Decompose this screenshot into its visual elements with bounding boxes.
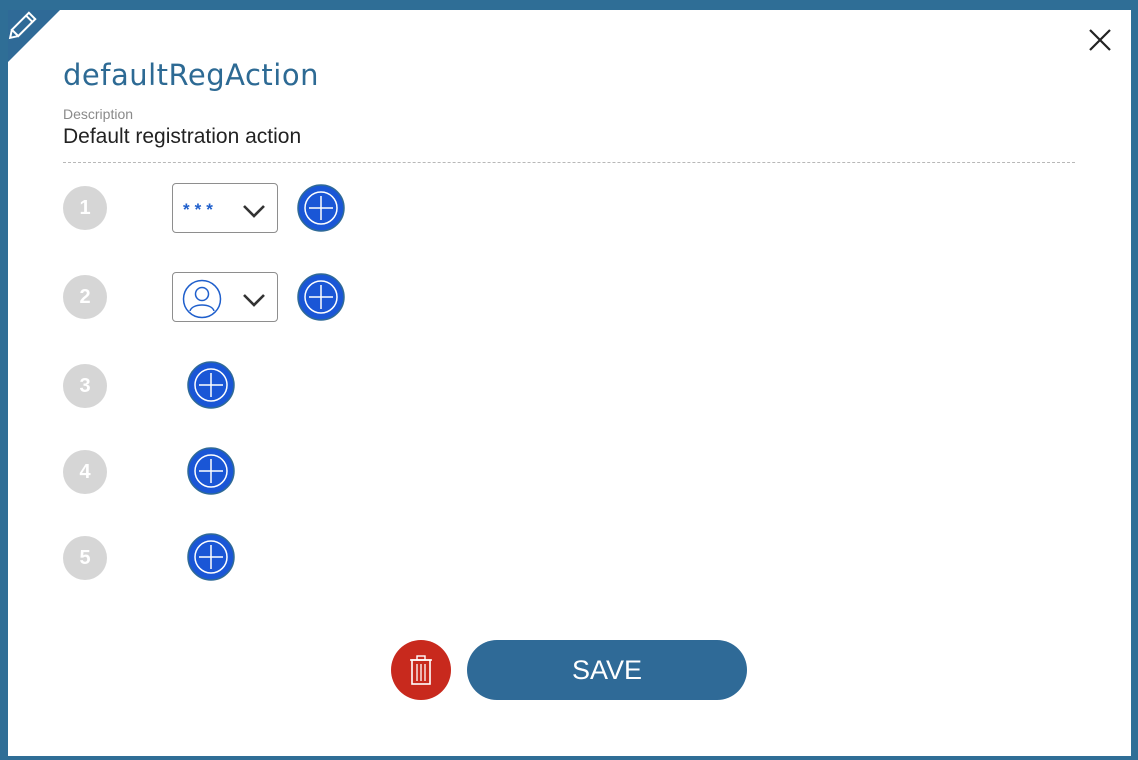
add-option-button-step-3[interactable] xyxy=(187,361,235,409)
step-number-4: 4 xyxy=(63,450,107,494)
step-number-1: 1 xyxy=(63,186,107,230)
pencil-icon xyxy=(8,10,60,62)
add-option-button-step-1[interactable] xyxy=(297,184,345,232)
dialog-title: defaultRegAction xyxy=(63,58,319,92)
save-button[interactable]: SAVE xyxy=(467,640,747,700)
add-option-button-step-4[interactable] xyxy=(187,447,235,495)
description-label: Description xyxy=(63,106,134,122)
step-number-3: 3 xyxy=(63,364,107,408)
add-option-button-step-2[interactable] xyxy=(297,273,345,321)
chevron-down-icon xyxy=(243,294,265,307)
trash-icon xyxy=(410,655,432,685)
user-method-select[interactable] xyxy=(172,272,278,322)
description-value: Default registration action xyxy=(63,125,302,148)
step-number-2: 2 xyxy=(63,275,107,319)
password-method-select[interactable]: *** xyxy=(172,183,278,233)
step-number-5: 5 xyxy=(63,536,107,580)
delete-button[interactable] xyxy=(391,640,451,700)
divider xyxy=(63,162,1075,163)
password-glyph: *** xyxy=(183,200,218,219)
close-icon[interactable] xyxy=(1086,26,1114,54)
add-option-button-step-5[interactable] xyxy=(187,533,235,581)
user-icon xyxy=(182,279,222,319)
edit-dialog: defaultRegAction Description Default reg… xyxy=(8,10,1131,756)
chevron-down-icon xyxy=(243,205,265,218)
